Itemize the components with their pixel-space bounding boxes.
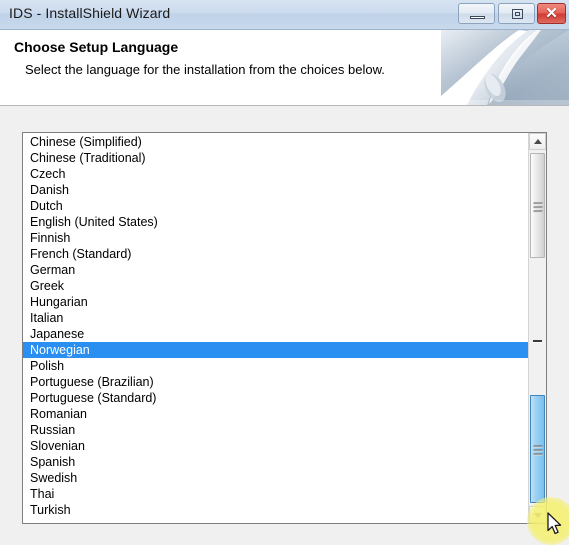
language-list-item[interactable]: Dutch (23, 198, 528, 214)
language-list-item[interactable]: Turkish (23, 502, 528, 518)
scrollbar-grip-icon (533, 202, 542, 212)
installshield-wizard-window: IDS - InstallShield Wizard ✕ Choose Setu… (0, 0, 569, 545)
language-list-item[interactable]: Czech (23, 166, 528, 182)
language-list-item[interactable]: Portuguese (Standard) (23, 390, 528, 406)
listbox-scrollbar[interactable] (528, 133, 546, 523)
language-list-item[interactable]: French (Standard) (23, 246, 528, 262)
language-list-item[interactable]: Italian (23, 310, 528, 326)
scrollbar-track-marker (533, 340, 542, 343)
language-list-item[interactable]: German (23, 262, 528, 278)
language-list-item[interactable]: Polish (23, 358, 528, 374)
page-subtitle: Select the language for the installation… (25, 62, 385, 77)
close-icon: ✕ (545, 5, 558, 22)
scrollbar-grip-icon (533, 445, 542, 456)
language-list-item[interactable]: Russian (23, 422, 528, 438)
language-list-items: Chinese (Simplified) Chinese (Traditional… (23, 134, 528, 518)
language-list-item[interactable]: Danish (23, 182, 528, 198)
language-list-item[interactable]: Greek (23, 278, 528, 294)
language-list-item[interactable]: English (United States) (23, 214, 528, 230)
language-list-item[interactable]: Hungarian (23, 294, 528, 310)
scrollbar-thumb[interactable] (530, 153, 545, 258)
header-decorative-graphic (441, 30, 569, 105)
wizard-body: Chinese (Simplified) Chinese (Traditional… (0, 107, 569, 545)
close-button[interactable]: ✕ (537, 3, 566, 24)
language-list-item[interactable]: Slovenian (23, 438, 528, 454)
chevron-up-icon (533, 138, 542, 144)
wizard-header: Choose Setup Language Select the languag… (0, 30, 569, 106)
language-list-item[interactable]: Norwegian (23, 342, 528, 358)
language-list-item[interactable]: Romanian (23, 406, 528, 422)
language-list-item[interactable]: Finnish (23, 230, 528, 246)
chevron-down-icon (533, 512, 542, 518)
maximize-button[interactable] (498, 3, 535, 24)
title-bar: IDS - InstallShield Wizard ✕ (0, 0, 569, 30)
language-list-item[interactable]: Thai (23, 486, 528, 502)
language-list-item[interactable]: Swedish (23, 470, 528, 486)
maximize-icon (512, 9, 523, 19)
language-list-item[interactable]: Spanish (23, 454, 528, 470)
scrollbar-thumb-active[interactable] (530, 395, 545, 503)
scroll-up-arrow[interactable] (529, 133, 546, 150)
minimize-button[interactable] (458, 3, 495, 24)
window-title: IDS - InstallShield Wizard (9, 5, 171, 21)
minimize-icon (470, 16, 485, 19)
language-list-item[interactable]: Japanese (23, 326, 528, 342)
language-list-item[interactable]: Chinese (Simplified) (23, 134, 528, 150)
scroll-down-arrow[interactable] (529, 506, 546, 523)
language-list-item[interactable]: Chinese (Traditional) (23, 150, 528, 166)
language-listbox[interactable]: Chinese (Simplified) Chinese (Traditional… (22, 132, 547, 524)
page-title: Choose Setup Language (14, 39, 179, 55)
language-list-item[interactable]: Portuguese (Brazilian) (23, 374, 528, 390)
